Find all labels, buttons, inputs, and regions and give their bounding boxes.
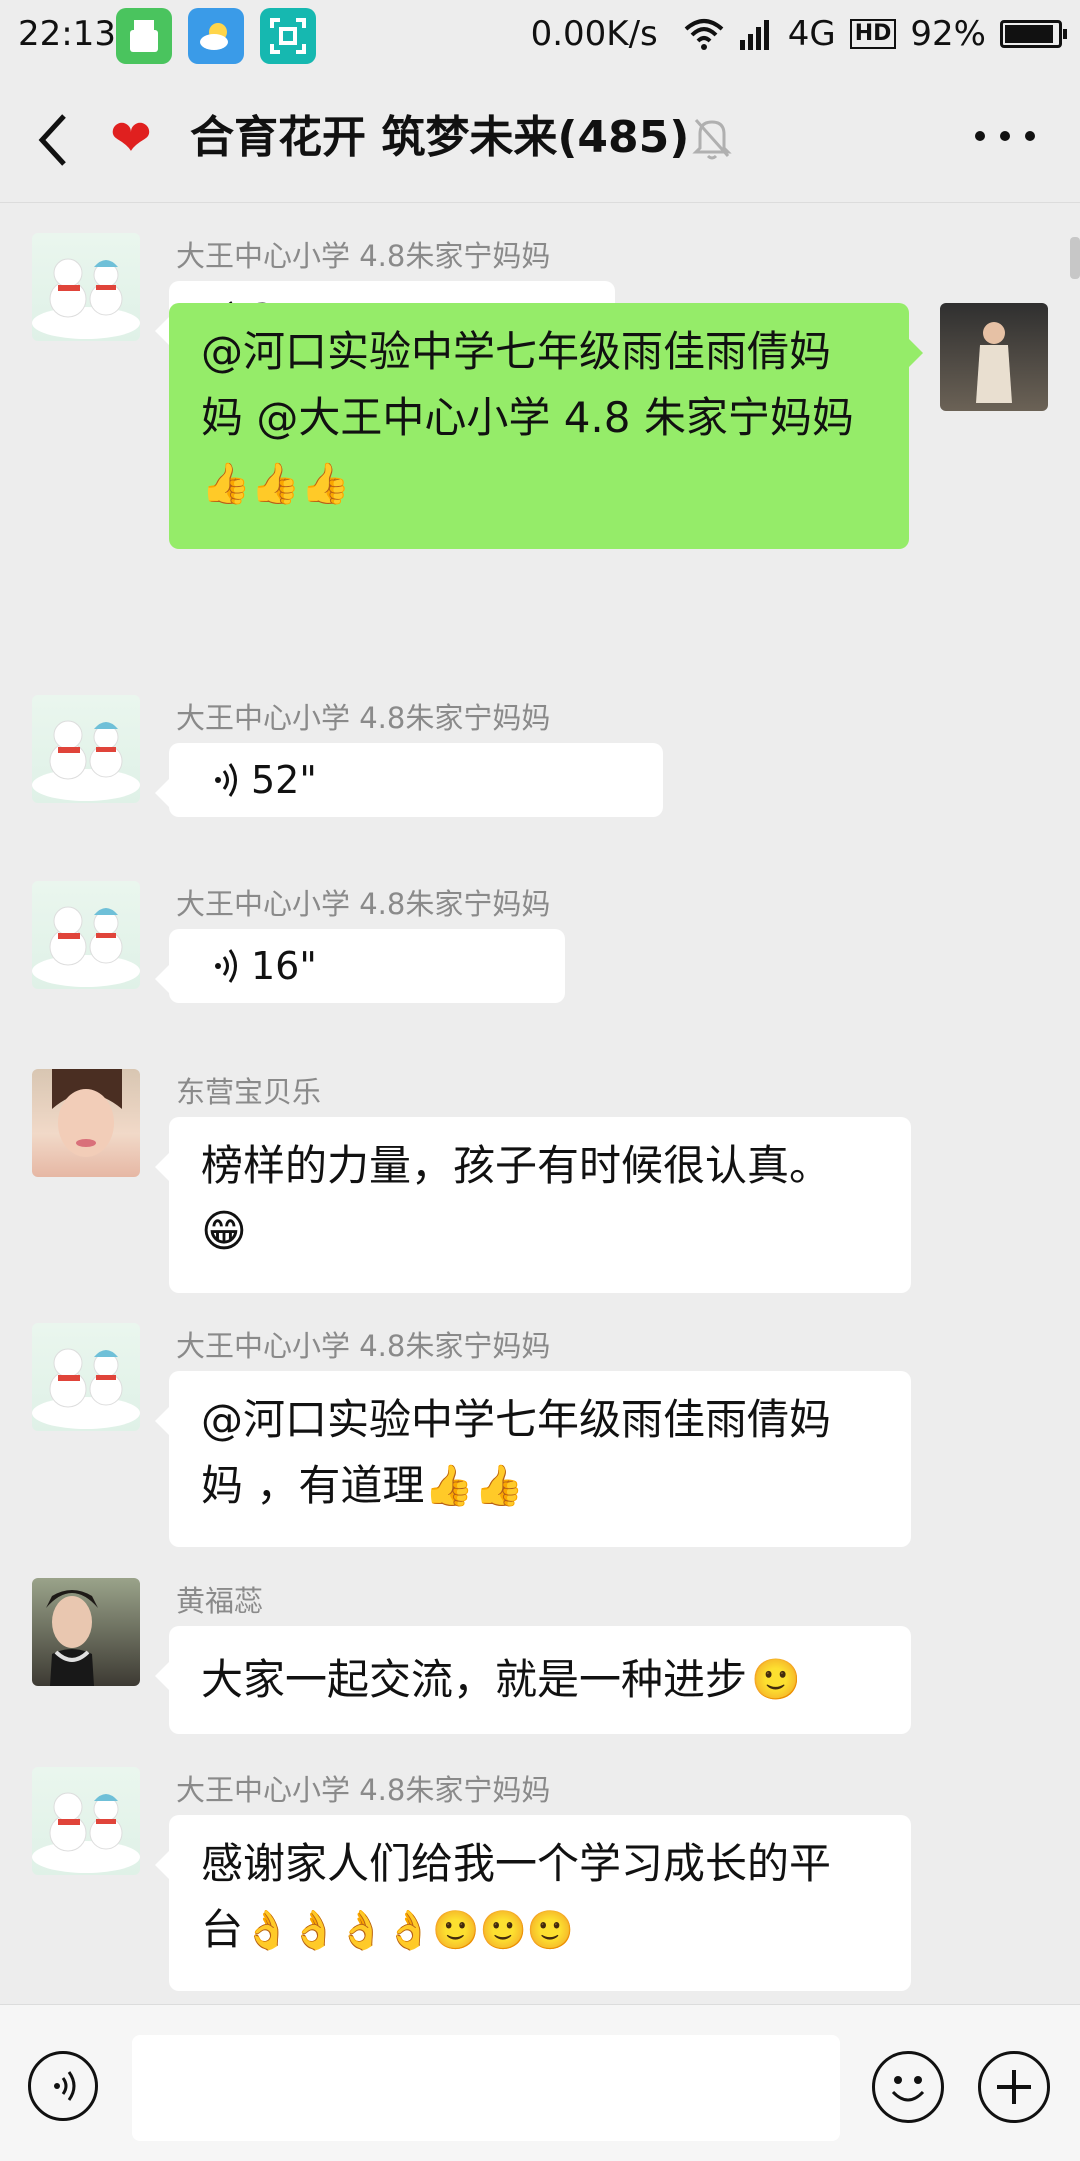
- scan-app-icon: [260, 8, 316, 64]
- message-text: 妈 ，有道理: [201, 1461, 425, 1510]
- sender-name: 大王中心小学 4.8朱家宁妈妈: [176, 1773, 551, 1807]
- message-emoji: 👌👌👌👌🙂🙂🙂: [243, 1908, 575, 1952]
- voice-duration: 52": [251, 758, 317, 802]
- voice-duration: 16": [251, 944, 317, 988]
- text-message[interactable]: 感谢家人们给我一个学习成长的平 台 👌👌👌👌🙂🙂🙂: [155, 1815, 911, 1991]
- battery-fill: [1005, 25, 1053, 43]
- sender-name: 大王中心小学 4.8朱家宁妈妈: [176, 701, 551, 735]
- network-type: 4G: [787, 14, 836, 54]
- signal-icon: [739, 20, 769, 50]
- status-time: 22:13: [18, 14, 116, 54]
- hd-badge: HD: [849, 19, 897, 49]
- sender-name: 大王中心小学 4.8朱家宁妈妈: [176, 239, 551, 273]
- avatar-user[interactable]: [32, 1578, 140, 1686]
- more-options-icon[interactable]: [970, 116, 1040, 156]
- message-input[interactable]: [132, 2035, 840, 2141]
- voice-message[interactable]: 16": [155, 929, 565, 1003]
- avatar-snowman[interactable]: [32, 881, 140, 989]
- text-message[interactable]: 大家一起交流，就是一种进步 🙂: [155, 1626, 911, 1734]
- mute-bell-icon: [692, 119, 732, 160]
- back-arrow-icon[interactable]: [30, 110, 80, 170]
- sender-name: 黄福蕊: [176, 1584, 264, 1618]
- battery-percent: 92%: [910, 14, 986, 54]
- chat-header: ❤ 合育花开 筑梦未来(485): [0, 74, 1080, 203]
- message-text: 感谢家人们给我一个学习成长的平: [201, 1839, 832, 1888]
- message-text: 妈 @大王中心小学 4.8 朱家宁妈妈: [201, 393, 854, 442]
- sender-name: 大王中心小学 4.8朱家宁妈妈: [176, 887, 551, 921]
- voice-message[interactable]: 52": [155, 743, 663, 817]
- message-emoji: 👍👍: [424, 1463, 524, 1509]
- message-emoji: 🙂: [751, 1657, 801, 1703]
- weather-app-icon: [188, 8, 244, 64]
- message-text: 台: [201, 1905, 244, 1954]
- chat-message-list[interactable]: 大王中心小学 4.8朱家宁妈妈 35" @河口实验中学七年级雨佳雨倩妈 妈 @大…: [0, 203, 1080, 2003]
- more-actions-button[interactable]: [978, 2051, 1050, 2123]
- avatar-snowman[interactable]: [32, 1767, 140, 1875]
- avatar-snowman[interactable]: [32, 695, 140, 803]
- input-bar: [0, 2004, 1080, 2161]
- message-text: 大家一起交流，就是一种进步: [201, 1655, 748, 1704]
- text-message-own[interactable]: @河口实验中学七年级雨佳雨倩妈 妈 @大王中心小学 4.8 朱家宁妈妈 👍👍👍: [169, 303, 923, 549]
- text-message[interactable]: 榜样的力量，孩子有时候很认真。 😁: [155, 1117, 911, 1293]
- voice-wave-icon: [215, 763, 237, 797]
- avatar-snowman[interactable]: [32, 233, 140, 341]
- scrollbar[interactable]: [1070, 237, 1080, 279]
- smiley-icon: [891, 2076, 925, 2102]
- cleaner-app-icon: [116, 8, 172, 64]
- battery-icon: [1000, 20, 1067, 48]
- message-line: 台 👌👌👌👌🙂🙂🙂: [201, 1897, 879, 1963]
- message-text: @河口实验中学七年级雨佳雨倩妈: [201, 1395, 832, 1444]
- voice-input-button[interactable]: [28, 2051, 98, 2121]
- wifi-icon: [684, 19, 724, 50]
- message-emoji: 😁: [201, 1206, 247, 1257]
- status-bar: 22:13 0.00K/s 4G HD 92%: [0, 0, 1080, 74]
- message-line: 妈 ，有道理 👍👍: [201, 1453, 879, 1519]
- text-message[interactable]: @河口实验中学七年级雨佳雨倩妈 妈 ，有道理 👍👍: [155, 1371, 911, 1547]
- voice-icon: [54, 2071, 76, 2101]
- voice-wave-icon: [215, 949, 237, 983]
- message-emoji: 👍👍👍: [201, 461, 351, 507]
- sender-name: 大王中心小学 4.8朱家宁妈妈: [176, 1329, 551, 1363]
- avatar-user[interactable]: [32, 1069, 140, 1177]
- chat-title[interactable]: 合育花开 筑梦未来(485): [190, 104, 689, 172]
- plus-icon: [997, 2070, 1031, 2104]
- message-text: 榜样的力量，孩子有时候很认真。: [201, 1141, 832, 1190]
- avatar-self[interactable]: [940, 303, 1048, 411]
- heart-icon: ❤: [110, 109, 152, 167]
- emoji-button[interactable]: [872, 2051, 944, 2123]
- net-speed: 0.00K/s: [530, 14, 658, 54]
- avatar-snowman[interactable]: [32, 1323, 140, 1431]
- message-text: @河口实验中学七年级雨佳雨倩妈: [201, 327, 832, 376]
- status-right: 0.00K/s 4G HD 92%: [530, 14, 1067, 54]
- sender-name: 东营宝贝乐: [176, 1075, 322, 1109]
